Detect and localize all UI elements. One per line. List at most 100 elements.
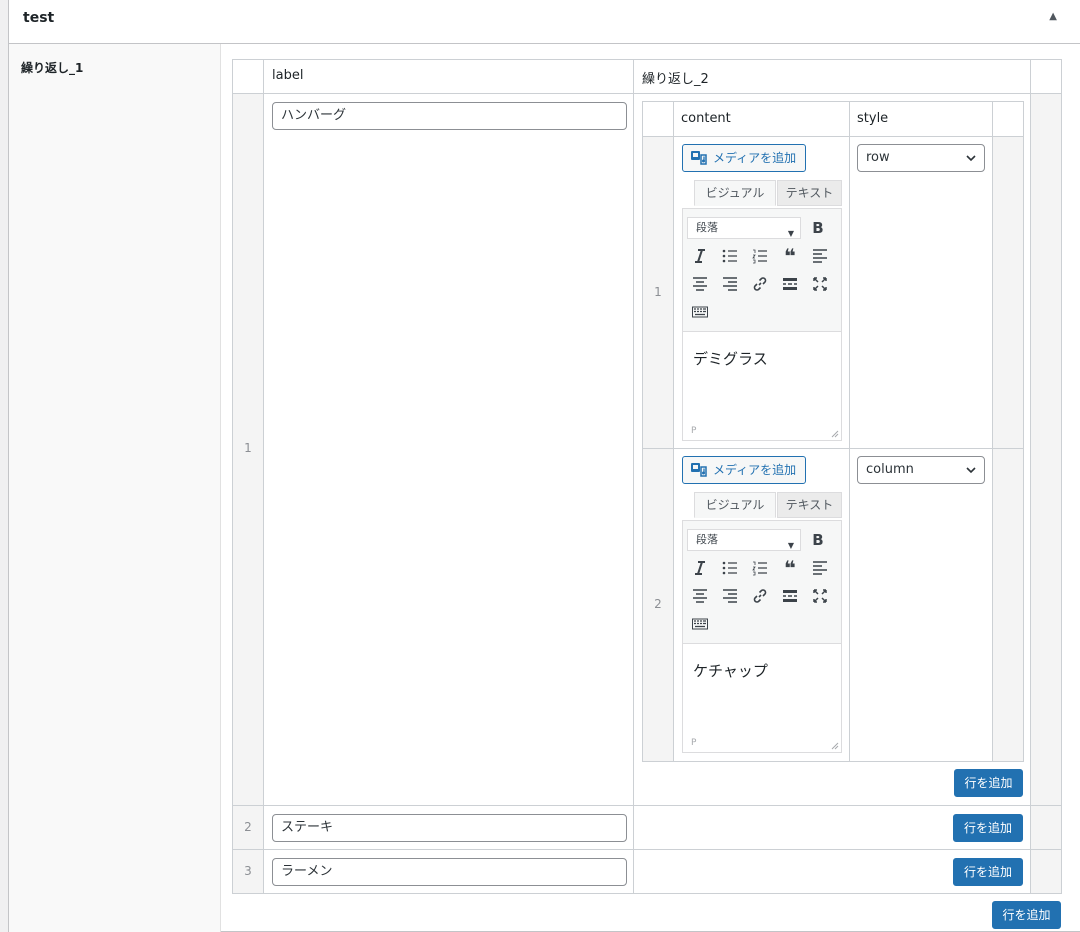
- outer-row-3-repeater-cell: 行を追加: [633, 849, 1031, 894]
- editor-path: P: [691, 738, 697, 748]
- outer-header-num-cell: [232, 59, 264, 94]
- add-media-button[interactable]: メディアを追加: [682, 456, 806, 484]
- chevron-down-icon: ▼: [787, 229, 794, 238]
- outer-row-3-label-cell: ラーメン: [263, 849, 634, 894]
- add-row-button-inner[interactable]: 行を追加: [954, 769, 1023, 797]
- fullscreen-icon[interactable]: [807, 583, 833, 609]
- inner-header-num-cell: [642, 101, 674, 137]
- style-select[interactable]: column: [857, 456, 985, 484]
- row-number: 2: [244, 820, 252, 834]
- numbered-list-icon[interactable]: [747, 243, 773, 269]
- collapse-arrow-icon[interactable]: ▲: [1049, 11, 1057, 22]
- media-icon: [691, 463, 707, 477]
- numbered-list-icon[interactable]: [747, 555, 773, 581]
- outer-row-2-action-cell[interactable]: [1030, 805, 1062, 850]
- inner-row-1-handle[interactable]: 1: [642, 136, 674, 449]
- chevron-down-icon: [966, 467, 976, 474]
- wysiwyg-editor: 段落 ▼ B ❝ デミグラス P: [682, 208, 842, 441]
- label-input[interactable]: ラーメン: [272, 858, 627, 886]
- add-row-button[interactable]: 行を追加: [953, 814, 1023, 842]
- align-left-icon[interactable]: [807, 555, 833, 581]
- content-editor-2: メディアを追加 ビジュアル テキスト 段落 ▼ B ❝ ケチャップ P: [682, 456, 842, 754]
- format-select-value: 段落: [696, 533, 718, 546]
- toolbar-toggle-icon[interactable]: [687, 611, 713, 637]
- align-right-icon[interactable]: [717, 583, 743, 609]
- inner-row-2-handle[interactable]: 2: [642, 448, 674, 762]
- bullet-list-icon[interactable]: [717, 555, 743, 581]
- inner-row-2-action-cell[interactable]: [992, 448, 1024, 762]
- outer-row-3-action-cell[interactable]: [1030, 849, 1062, 894]
- inner-row-1-action-cell[interactable]: [992, 136, 1024, 449]
- italic-icon[interactable]: [687, 243, 713, 269]
- style-select[interactable]: row: [857, 144, 985, 172]
- bold-icon[interactable]: B: [805, 215, 831, 241]
- link-icon[interactable]: [747, 271, 773, 297]
- outer-row-3-handle[interactable]: 3: [232, 849, 264, 894]
- inner-header-content: content: [681, 111, 731, 126]
- add-media-label: メディアを追加: [713, 463, 797, 477]
- row-number: 2: [654, 597, 662, 611]
- tab-text[interactable]: テキスト: [777, 180, 842, 206]
- resize-handle-icon[interactable]: [831, 742, 839, 750]
- outer-row-1-handle[interactable]: 1: [232, 93, 264, 806]
- align-center-icon[interactable]: [687, 271, 713, 297]
- metabox-header[interactable]: test ▲: [9, 0, 1080, 44]
- align-right-icon[interactable]: [717, 271, 743, 297]
- inner-header-style: style: [857, 111, 889, 126]
- blockquote-icon[interactable]: ❝: [777, 243, 803, 269]
- outer-row-2-repeater-cell: 行を追加: [633, 805, 1031, 850]
- outer-header-repeater-cell: 繰り返し_2: [633, 59, 1031, 94]
- format-select[interactable]: 段落 ▼: [687, 529, 801, 551]
- content-editor-1: メディアを追加 ビジュアル テキスト 段落 ▼ B ❝ デミグラス P: [682, 144, 842, 442]
- read-more-icon[interactable]: [777, 583, 803, 609]
- add-media-label: メディアを追加: [713, 151, 797, 165]
- outer-row-1-label-cell: ハンバーグ: [263, 93, 634, 806]
- outer-header-label-cell: label: [263, 59, 634, 94]
- align-center-icon[interactable]: [687, 583, 713, 609]
- tab-visual[interactable]: ビジュアル: [694, 180, 776, 206]
- field-label: 繰り返し_1: [21, 61, 84, 75]
- add-row-button-outer[interactable]: 行を追加: [992, 901, 1061, 929]
- outer-row-2-label-cell: ステーキ: [263, 805, 634, 850]
- link-icon[interactable]: [747, 583, 773, 609]
- editor-content[interactable]: デミグラス: [693, 348, 768, 369]
- outer-header-label: label: [272, 68, 304, 83]
- editor-toolbar: 段落 ▼ B ❝: [683, 209, 841, 332]
- inner-header-style-cell: style: [849, 101, 993, 137]
- editor-content[interactable]: ケチャップ: [693, 660, 768, 681]
- chevron-down-icon: ▼: [787, 541, 794, 550]
- bold-icon[interactable]: B: [805, 527, 831, 553]
- format-select-value: 段落: [696, 221, 718, 234]
- metabox: test ▲ 繰り返し_1 label 繰り返し_2 1 ハンバーグ 2 ステー…: [8, 0, 1080, 932]
- toolbar-toggle-icon[interactable]: [687, 299, 713, 325]
- row-number: 3: [244, 864, 252, 878]
- outer-row-2-handle[interactable]: 2: [232, 805, 264, 850]
- format-select[interactable]: 段落 ▼: [687, 217, 801, 239]
- style-select-value: column: [866, 462, 914, 477]
- style-select-value: row: [866, 150, 890, 165]
- inner-row-2-style-cell: [849, 448, 993, 762]
- outer-header-repeater: 繰り返し_2: [642, 72, 709, 87]
- label-input[interactable]: ハンバーグ: [272, 102, 627, 130]
- editor-path: P: [691, 426, 697, 436]
- inner-row-1-style-cell: [849, 136, 993, 449]
- blockquote-icon[interactable]: ❝: [777, 555, 803, 581]
- outer-header-action-cell: [1030, 59, 1062, 94]
- fullscreen-icon[interactable]: [807, 271, 833, 297]
- outer-row-1-action-cell[interactable]: [1030, 93, 1062, 806]
- italic-icon[interactable]: [687, 555, 713, 581]
- label-input[interactable]: ステーキ: [272, 814, 627, 842]
- chevron-down-icon: [966, 155, 976, 162]
- align-left-icon[interactable]: [807, 243, 833, 269]
- tab-visual[interactable]: ビジュアル: [694, 492, 776, 518]
- metabox-title: test: [23, 10, 55, 26]
- editor-toolbar: 段落 ▼ B ❝: [683, 521, 841, 644]
- add-media-button[interactable]: メディアを追加: [682, 144, 806, 172]
- inner-header-content-cell: content: [673, 101, 850, 137]
- read-more-icon[interactable]: [777, 271, 803, 297]
- tab-text[interactable]: テキスト: [777, 492, 842, 518]
- add-row-button[interactable]: 行を追加: [953, 858, 1023, 886]
- bullet-list-icon[interactable]: [717, 243, 743, 269]
- row-number: 1: [654, 285, 662, 299]
- resize-handle-icon[interactable]: [831, 430, 839, 438]
